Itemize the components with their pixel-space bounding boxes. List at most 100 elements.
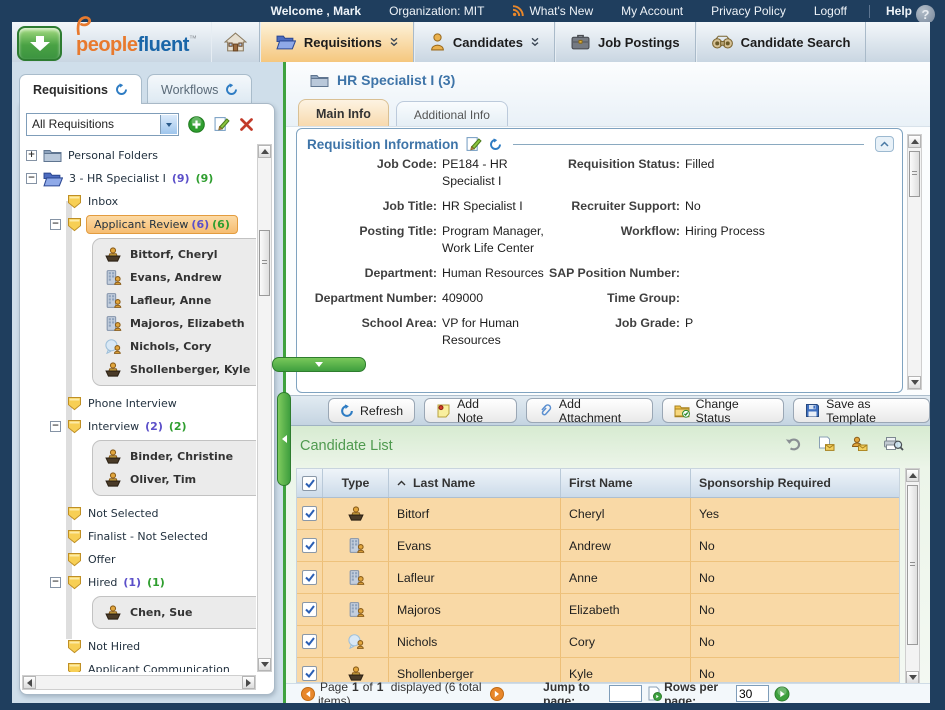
scroll-up-button[interactable] xyxy=(908,135,921,148)
row-checkbox[interactable] xyxy=(302,506,317,521)
collapse-section-button[interactable] xyxy=(875,136,894,152)
app-launcher-button[interactable] xyxy=(17,26,62,61)
column-header-sponsorship[interactable]: Sponsorship Required xyxy=(691,469,899,497)
help-icon[interactable]: ? xyxy=(916,4,935,24)
row-checkbox[interactable] xyxy=(302,666,317,681)
tab-main-info[interactable]: Main Info xyxy=(298,99,389,128)
nav-home[interactable] xyxy=(210,22,260,62)
candidate-row-nichols[interactable]: Nichols Cory No xyxy=(297,626,899,658)
jump-to-page-input[interactable] xyxy=(609,685,643,702)
tree-expander[interactable]: − xyxy=(50,421,61,432)
row-checkbox[interactable] xyxy=(302,602,317,617)
refresh-button[interactable]: Refresh xyxy=(328,398,416,423)
save-as-template-button[interactable]: Save as Template xyxy=(793,397,930,425)
tree-vertical-scrollbar[interactable] xyxy=(257,144,272,672)
change-status-button[interactable]: Change Status xyxy=(661,397,785,425)
add-attachment-button[interactable]: Add Attachment xyxy=(525,397,653,425)
field-label: Department: xyxy=(364,266,437,280)
row-checkbox[interactable] xyxy=(302,538,317,553)
candidate-row-evans[interactable]: Evans Andrew No xyxy=(297,530,899,562)
tree-stage-inbox[interactable]: Inbox xyxy=(22,190,256,213)
tree-stage-applicant-review[interactable]: − Applicant Review (6) (6) xyxy=(22,213,256,236)
tree-person-shollenberger-kyle[interactable]: Shollenberger, Kyle xyxy=(93,358,256,381)
tree-stage-hired[interactable]: − Hired (1) (1) xyxy=(22,571,256,594)
tree-folder-personal-folders[interactable]: + Personal Folders xyxy=(22,144,256,167)
delete-filter-button[interactable] xyxy=(239,117,254,132)
edit-filter-button[interactable] xyxy=(214,116,230,132)
tree-horizontal-scrollbar[interactable] xyxy=(22,675,256,690)
nav-requisitions[interactable]: Requisitions xyxy=(259,22,414,62)
next-page-button[interactable] xyxy=(490,686,505,701)
tree-expander[interactable]: − xyxy=(50,219,61,230)
tree-stage-not-hired[interactable]: Not Hired xyxy=(22,635,256,658)
scroll-down-button[interactable] xyxy=(258,658,271,671)
tree-folder-3-hr-specialist-i[interactable]: −3 - HR Specialist I (9) (9) xyxy=(22,167,256,190)
column-header-type[interactable]: Type xyxy=(323,469,389,497)
rows-per-page-input[interactable] xyxy=(736,685,769,702)
tree-person-bittorf-cheryl[interactable]: Bittorf, Cheryl xyxy=(93,243,256,266)
whats-new-link[interactable]: What's New xyxy=(512,4,593,18)
sidebar-tab-requisitions[interactable]: Requisitions xyxy=(19,74,143,104)
panel-vertical-scrollbar[interactable] xyxy=(907,134,922,390)
scrollbar-thumb[interactable] xyxy=(907,485,918,645)
sidebar-collapse-handle[interactable] xyxy=(277,392,291,486)
tree-stage-not-selected[interactable]: Not Selected xyxy=(22,502,256,525)
scroll-right-button[interactable] xyxy=(242,676,255,689)
print-search-button[interactable] xyxy=(883,436,904,451)
tree-stage-offer[interactable]: Offer xyxy=(22,548,256,571)
tree-stage-phone-interview[interactable]: Phone Interview xyxy=(22,392,256,415)
tree-person-lafleur-anne[interactable]: Lafleur, Anne xyxy=(93,289,256,312)
nav-candidate-search[interactable]: Candidate Search xyxy=(695,22,867,62)
section-splitter-handle[interactable] xyxy=(272,357,366,372)
logoff-link[interactable]: Logoff xyxy=(814,4,847,18)
row-checkbox[interactable] xyxy=(302,634,317,649)
scrollbar-thumb[interactable] xyxy=(909,151,920,197)
tree-expander[interactable]: − xyxy=(26,173,37,184)
tree-person-evans-andrew[interactable]: Evans, Andrew xyxy=(93,266,256,289)
scroll-up-button[interactable] xyxy=(906,469,919,482)
rows-go-icon[interactable] xyxy=(774,686,790,702)
person-mail-button[interactable] xyxy=(850,436,868,451)
tree-person-chen-sue[interactable]: Chen, Sue xyxy=(93,601,256,624)
tree-person-oliver-tim[interactable]: Oliver, Tim xyxy=(93,468,256,491)
previous-page-button[interactable] xyxy=(301,686,315,701)
scroll-down-button[interactable] xyxy=(908,376,921,389)
my-account-link[interactable]: My Account xyxy=(621,4,683,18)
scroll-up-button[interactable] xyxy=(258,145,271,158)
tree-person-majoros-elizabeth[interactable]: Majoros, Elizabeth xyxy=(93,312,256,335)
nav-candidates[interactable]: Candidates xyxy=(413,22,555,62)
refresh-section-button[interactable] xyxy=(489,137,502,151)
tree-stage-applicant-communication[interactable]: Applicant Communication xyxy=(22,658,256,672)
tree-person-nichols-cory[interactable]: Nichols, Cory xyxy=(93,335,256,358)
select-all-checkbox[interactable] xyxy=(302,475,317,491)
row-checkbox[interactable] xyxy=(302,570,317,585)
privacy-policy-link[interactable]: Privacy Policy xyxy=(711,4,786,18)
tree-person-binder-christine[interactable]: Binder, Christine xyxy=(93,445,256,468)
tree-stage-interview[interactable]: − Interview (2) (2) xyxy=(22,415,256,438)
scroll-left-button[interactable] xyxy=(23,676,36,689)
candidate-row-lafleur[interactable]: Lafleur Anne No xyxy=(297,562,899,594)
edit-requisition-button[interactable] xyxy=(466,136,482,152)
add-filter-button[interactable] xyxy=(188,115,205,133)
select-dropdown-button[interactable] xyxy=(160,114,177,134)
nav-job-postings[interactable]: Job Postings xyxy=(554,22,696,62)
jump-go-icon[interactable] xyxy=(647,686,663,701)
tree-expander[interactable]: − xyxy=(50,577,61,588)
undo-button[interactable] xyxy=(785,437,802,451)
add-note-button[interactable]: Add Note xyxy=(424,397,517,425)
table-vertical-scrollbar[interactable] xyxy=(905,468,920,685)
column-header-last-name[interactable]: Last Name xyxy=(389,469,561,497)
sidebar-tab-workflows[interactable]: Workflows xyxy=(147,74,253,104)
doc-mail-button[interactable] xyxy=(817,436,835,451)
column-header-first-name[interactable]: First Name xyxy=(561,469,691,497)
scrollbar-thumb[interactable] xyxy=(259,230,270,296)
tree-expander[interactable]: + xyxy=(26,150,37,161)
candidate-row-bittorf[interactable]: Bittorf Cheryl Yes xyxy=(297,498,899,530)
candidate-row-majoros[interactable]: Majoros Elizabeth No xyxy=(297,594,899,626)
help-link[interactable]: Help xyxy=(886,4,912,18)
tree-stage-finalist-not-selected[interactable]: Finalist - Not Selected xyxy=(22,525,256,548)
tab-additional-info[interactable]: Additional Info xyxy=(395,101,508,128)
refresh-icon[interactable] xyxy=(115,83,128,96)
refresh-icon[interactable] xyxy=(225,83,238,96)
requisition-filter-select[interactable]: All Requisitions xyxy=(26,112,179,136)
